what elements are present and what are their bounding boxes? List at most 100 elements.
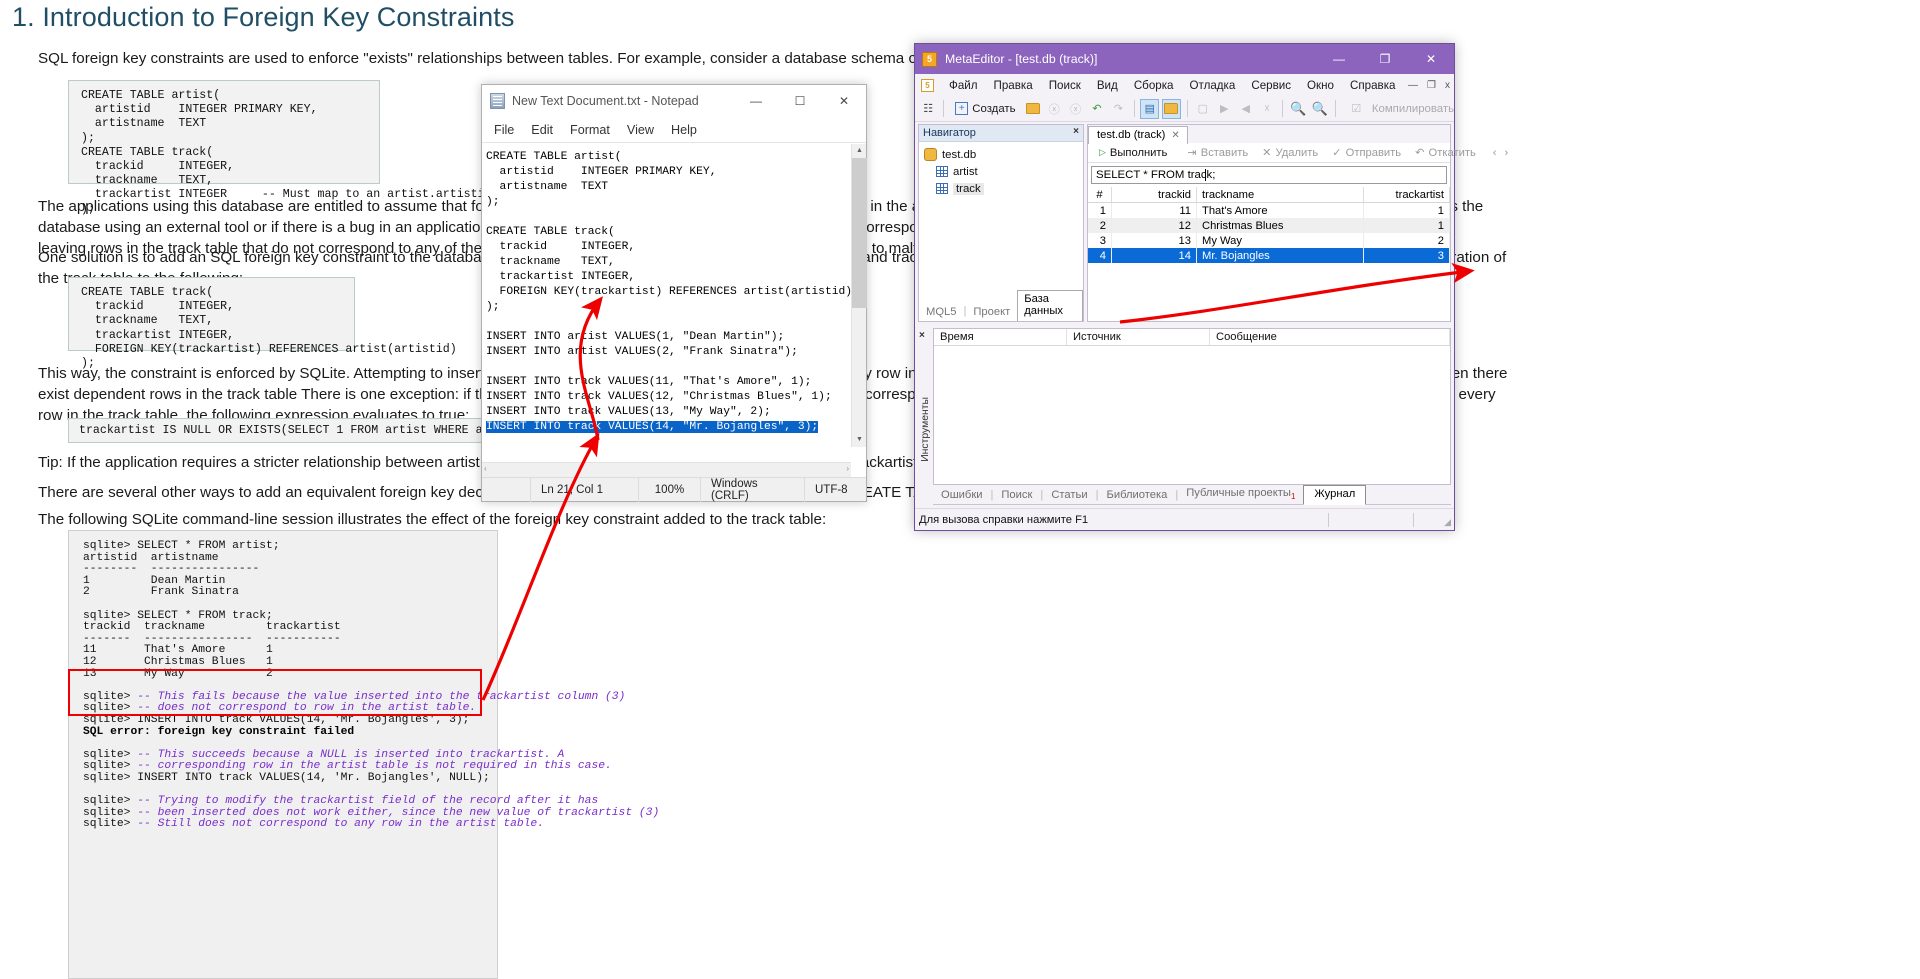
table-row[interactable]: 1 11 That's Amore 1 [1088,203,1450,218]
tab-articles[interactable]: Статьи [1043,487,1095,504]
tree-item-track[interactable]: track [924,180,1083,197]
close-icon[interactable]: ✕ [822,85,866,117]
cell-trackname: My Way [1197,233,1364,248]
column-header-trackname[interactable]: trackname [1197,187,1364,202]
mdi-restore-icon[interactable]: ❐ [1427,80,1436,91]
tab-library[interactable]: Библиотека [1098,487,1175,504]
toolbar-separator [1133,100,1135,117]
tree-item-database[interactable]: test.db [924,146,1083,163]
menu-item-format[interactable]: Format [570,123,610,137]
notepad-horizontal-scrollbar[interactable]: ‹ › [482,462,851,477]
menu-item-file[interactable]: Файл [941,79,986,92]
undo-icon: ↶ [1415,147,1425,159]
create-button[interactable]: + Создать [950,99,1020,119]
rollback-button: ↶ Откатить [1408,146,1483,160]
maximize-icon[interactable]: ❐ [1362,44,1408,74]
close-icon[interactable]: ✕ [1171,130,1179,141]
table-row[interactable]: 3 13 My Way 2 [1088,233,1450,248]
close-icon[interactable]: × [919,330,925,341]
scroll-up-icon[interactable]: ▲ [852,144,867,158]
mdi-minimize-icon[interactable]: — [1408,80,1418,91]
tab-database[interactable]: База данных [1017,290,1083,321]
notepad-text-area[interactable]: CREATE TABLE artist( artistid INTEGER PR… [482,144,866,463]
resize-grip-icon[interactable]: ◢ [1444,517,1451,528]
menu-item-help[interactable]: Help [671,123,697,137]
save-icon: ⓧ [1048,103,1060,116]
menu-item-edit[interactable]: Правка [986,79,1041,92]
prev-page-icon[interactable]: ‹ [1489,147,1501,159]
undo-icon[interactable]: ↶ [1088,99,1106,119]
sqlite-console-output: sqlite> SELECT * FROM artist; artistid ar… [68,530,659,979]
cell-index: 3 [1088,233,1112,248]
search-icon[interactable]: 🔍 [1289,99,1307,119]
toggle-navigator-icon[interactable] [1162,98,1181,119]
menu-item-edit[interactable]: Edit [531,123,553,137]
tab-public-projects[interactable]: Публичные проекты1 [1178,485,1303,504]
next-page-icon[interactable]: › [1501,147,1513,159]
toolbox-side-label-text: Инструменты [919,396,931,462]
column-header-message[interactable]: Сообщение [1210,329,1450,345]
scroll-right-icon[interactable]: › [846,464,849,473]
result-grid: # trackid trackname trackartist 1 11 Tha… [1088,187,1450,263]
menu-item-view[interactable]: Вид [1089,79,1126,92]
table-row[interactable]: 2 12 Christmas Blues 1 [1088,218,1450,233]
maximize-icon[interactable]: ☐ [778,85,822,117]
minimize-icon[interactable]: — [734,85,778,117]
notepad-menu-bar: File Edit Format View Help [482,117,866,143]
notepad-window[interactable]: New Text Document.txt - Notepad — ☐ ✕ Fi… [481,84,867,502]
menu-item-help[interactable]: Справка [1342,79,1403,92]
sql-input[interactable]: SELECT * FROM track; [1091,166,1447,184]
tab-errors[interactable]: Ошибки [933,487,990,504]
cell-index: 2 [1088,218,1112,233]
mdi-close-icon[interactable]: x [1445,80,1450,91]
tree-item-artist[interactable]: artist [924,163,1083,180]
close-icon[interactable]: ✕ [1408,44,1454,74]
metaeditor-title-bar[interactable]: 5 MetaEditor - [test.db (track)] — ❐ ✕ [915,44,1454,74]
menu-item-tools[interactable]: Сервис [1243,79,1299,92]
query-tab[interactable]: test.db (track) ✕ [1088,126,1188,144]
execute-button[interactable]: ▷ Выполнить [1092,147,1174,159]
toolbox-side-label[interactable]: Инструменты [918,334,932,524]
column-header-index[interactable]: # [1088,187,1112,202]
database-icon [924,148,937,161]
table-row-selected[interactable]: 4 14 Mr. Bojangles 3 [1088,248,1450,263]
scroll-down-icon[interactable]: ▼ [852,433,867,447]
toggle-panel-icon[interactable]: ▤ [1140,98,1160,119]
navigator-tree: test.db artist track [919,142,1083,197]
menu-item-search[interactable]: Поиск [1041,79,1089,92]
column-header-trackartist[interactable]: trackartist [1364,187,1450,202]
menu-item-window[interactable]: Окно [1299,79,1342,92]
compile-icon: ☑ [1351,103,1362,115]
metaeditor-window[interactable]: 5 MetaEditor - [test.db (track)] — ❐ ✕ 5… [914,43,1508,531]
column-header-trackid[interactable]: trackid [1112,187,1197,202]
column-header-time[interactable]: Время [934,329,1067,345]
query-panel: test.db (track) ✕ ▷ Выполнить ⇥ Вставить… [1087,124,1508,322]
notepad-vertical-scrollbar[interactable]: ▲ ▼ [851,144,867,447]
check-icon: ✓ [1332,147,1342,159]
close-icon[interactable]: × [1073,126,1079,137]
scrollbar-thumb[interactable] [852,158,867,308]
tab-public-projects-label: Публичные проекты [1186,486,1291,499]
tab-mql5[interactable]: MQL5 [919,304,963,321]
code-block-create-tables: CREATE TABLE artist( artistid INTEGER PR… [68,80,498,216]
menu-item-debug[interactable]: Отладка [1182,79,1244,92]
table-icon [936,166,948,177]
play-icon: ▷ [1099,147,1106,157]
execute-button-label: Выполнить [1109,146,1168,159]
notepad-title-bar[interactable]: New Text Document.txt - Notepad — ☐ ✕ [482,85,866,117]
open-folder-icon[interactable] [1024,99,1042,119]
column-header-source[interactable]: Источник [1067,329,1210,345]
tab-project[interactable]: Проект [966,304,1017,321]
terminal-icon[interactable]: ☷ [919,99,937,119]
minimize-icon[interactable]: — [1316,44,1362,74]
console-line: sqlite> SELECT * FROM artist; [83,540,280,552]
menu-item-file[interactable]: File [494,123,514,137]
menu-item-view[interactable]: View [627,123,654,137]
tab-journal[interactable]: Журнал [1303,485,1367,505]
scroll-left-icon[interactable]: ‹ [484,464,487,473]
tab-search[interactable]: Поиск [993,487,1040,504]
metaeditor-title-text: MetaEditor - [test.db (track)] [945,52,1098,66]
console-comment: -- This succeeds because a NULL is inser… [137,748,565,761]
console-comment: -- does not correspond to row in the art… [137,702,477,715]
menu-item-build[interactable]: Сборка [1126,79,1182,92]
